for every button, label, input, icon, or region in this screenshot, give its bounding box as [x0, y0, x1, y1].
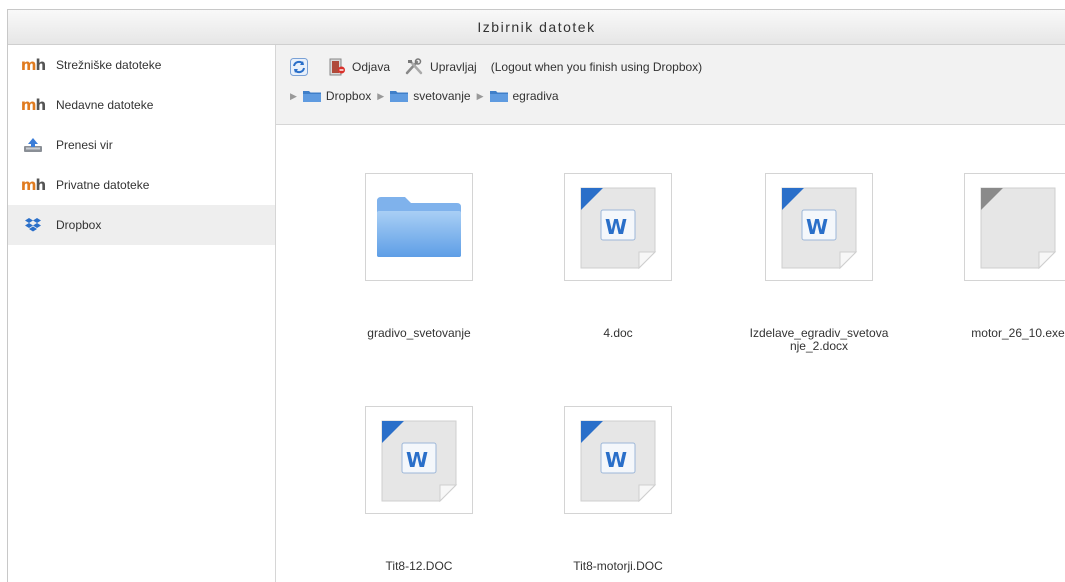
- logout-label: Odjava: [352, 60, 391, 74]
- file-item[interactable]: W Izdelave_egradiv_svetovanje_2.docx: [729, 173, 909, 353]
- word-document-icon: W: [580, 420, 657, 503]
- manage-label: Upravljaj: [430, 60, 477, 74]
- file-item[interactable]: W Tit8-motorji.DOC: [528, 406, 708, 573]
- dialog-title: Izbirnik datotek: [8, 10, 1065, 45]
- file-thumbnail: W: [564, 406, 672, 514]
- file-name: 4.doc: [603, 326, 633, 340]
- sidebar-item-dropbox[interactable]: Dropbox: [8, 205, 275, 245]
- tools-icon: [404, 58, 424, 76]
- manage-button[interactable]: Upravljaj: [404, 58, 477, 76]
- folder-icon: [302, 91, 321, 102]
- sidebar-item-label: Privatne datoteke: [56, 178, 150, 192]
- logout-button[interactable]: Odjava: [328, 58, 390, 76]
- logout-icon: [328, 58, 346, 76]
- word-document-icon: W: [580, 187, 657, 270]
- file-content-area: Odjava Upravljaj (Logout when you finish…: [276, 45, 1065, 582]
- sidebar-item-server-files[interactable]: mh Strežniške datoteke: [8, 45, 275, 85]
- dropbox-icon: [22, 216, 44, 234]
- word-document-icon: W: [381, 420, 458, 503]
- moodle-icon: mh: [20, 96, 46, 114]
- file-picker-dialog: Izbirnik datotek mh Strežniške datoteke …: [7, 9, 1065, 582]
- file-thumbnail: W: [564, 173, 672, 281]
- sidebar-item-upload[interactable]: Prenesi vir: [8, 125, 275, 165]
- file-item[interactable]: W Tit8-12.DOC: [329, 406, 509, 573]
- file-name: motor_26_10.exe: [971, 326, 1065, 340]
- svg-text:W: W: [806, 215, 828, 239]
- file-name: Tit8-motorji.DOC: [573, 559, 663, 573]
- refresh-icon: [290, 58, 308, 76]
- folder-icon: [489, 91, 508, 102]
- moodle-icon: mh: [20, 56, 46, 74]
- logout-note: (Logout when you finish using Dropbox): [490, 60, 703, 74]
- file-item[interactable]: gradivo_svetovanje: [329, 173, 509, 340]
- sidebar-item-recent-files[interactable]: mh Nedavne datoteke: [8, 85, 275, 125]
- refresh-button[interactable]: [290, 58, 314, 76]
- breadcrumb-item-dropbox[interactable]: Dropbox: [302, 89, 371, 103]
- moodle-icon: mh: [20, 176, 46, 194]
- sidebar-item-label: Strežniške datoteke: [56, 58, 162, 72]
- sidebar-item-label: Prenesi vir: [56, 138, 113, 152]
- file-item[interactable]: W 4.doc: [528, 173, 708, 340]
- breadcrumb: ▶ Dropbox ▶ svetovanje ▶ egradiva: [290, 83, 1065, 109]
- path-arrow-icon: ▶: [377, 90, 385, 101]
- file-grid: gradivo_svetovanje W 4.doc W Izdelave_eg…: [276, 125, 1065, 582]
- toolbar: Odjava Upravljaj (Logout when you finish…: [276, 45, 1065, 125]
- repository-sidebar: mh Strežniške datoteke mh Nedavne datote…: [8, 45, 276, 582]
- file-name: Tit8-12.DOC: [385, 559, 453, 573]
- file-thumbnail: [365, 173, 473, 281]
- svg-text:W: W: [605, 215, 627, 239]
- path-arrow-icon: ▶: [476, 90, 484, 101]
- svg-text:W: W: [605, 448, 627, 472]
- file-name: Izdelave_egradiv_svetovanje_2.docx: [749, 326, 889, 353]
- breadcrumb-item-egradiva[interactable]: egradiva: [489, 89, 559, 103]
- file-name: gradivo_svetovanje: [367, 326, 471, 340]
- file-thumbnail: W: [765, 173, 873, 281]
- generic-file-icon: [980, 187, 1057, 270]
- upload-icon: [22, 136, 44, 154]
- folder-icon: [377, 197, 461, 257]
- sidebar-item-label: Nedavne datoteke: [56, 98, 154, 112]
- sidebar-item-private-files[interactable]: mh Privatne datoteke: [8, 165, 275, 205]
- file-thumbnail: [964, 173, 1065, 281]
- file-thumbnail: W: [365, 406, 473, 514]
- svg-text:W: W: [406, 448, 428, 472]
- word-document-icon: W: [781, 187, 858, 270]
- breadcrumb-item-svetovanje[interactable]: svetovanje: [390, 89, 471, 103]
- path-arrow-icon: ▶: [290, 90, 297, 101]
- file-item[interactable]: motor_26_10.exe: [928, 173, 1065, 340]
- sidebar-item-label: Dropbox: [56, 218, 102, 232]
- folder-icon: [390, 91, 409, 102]
